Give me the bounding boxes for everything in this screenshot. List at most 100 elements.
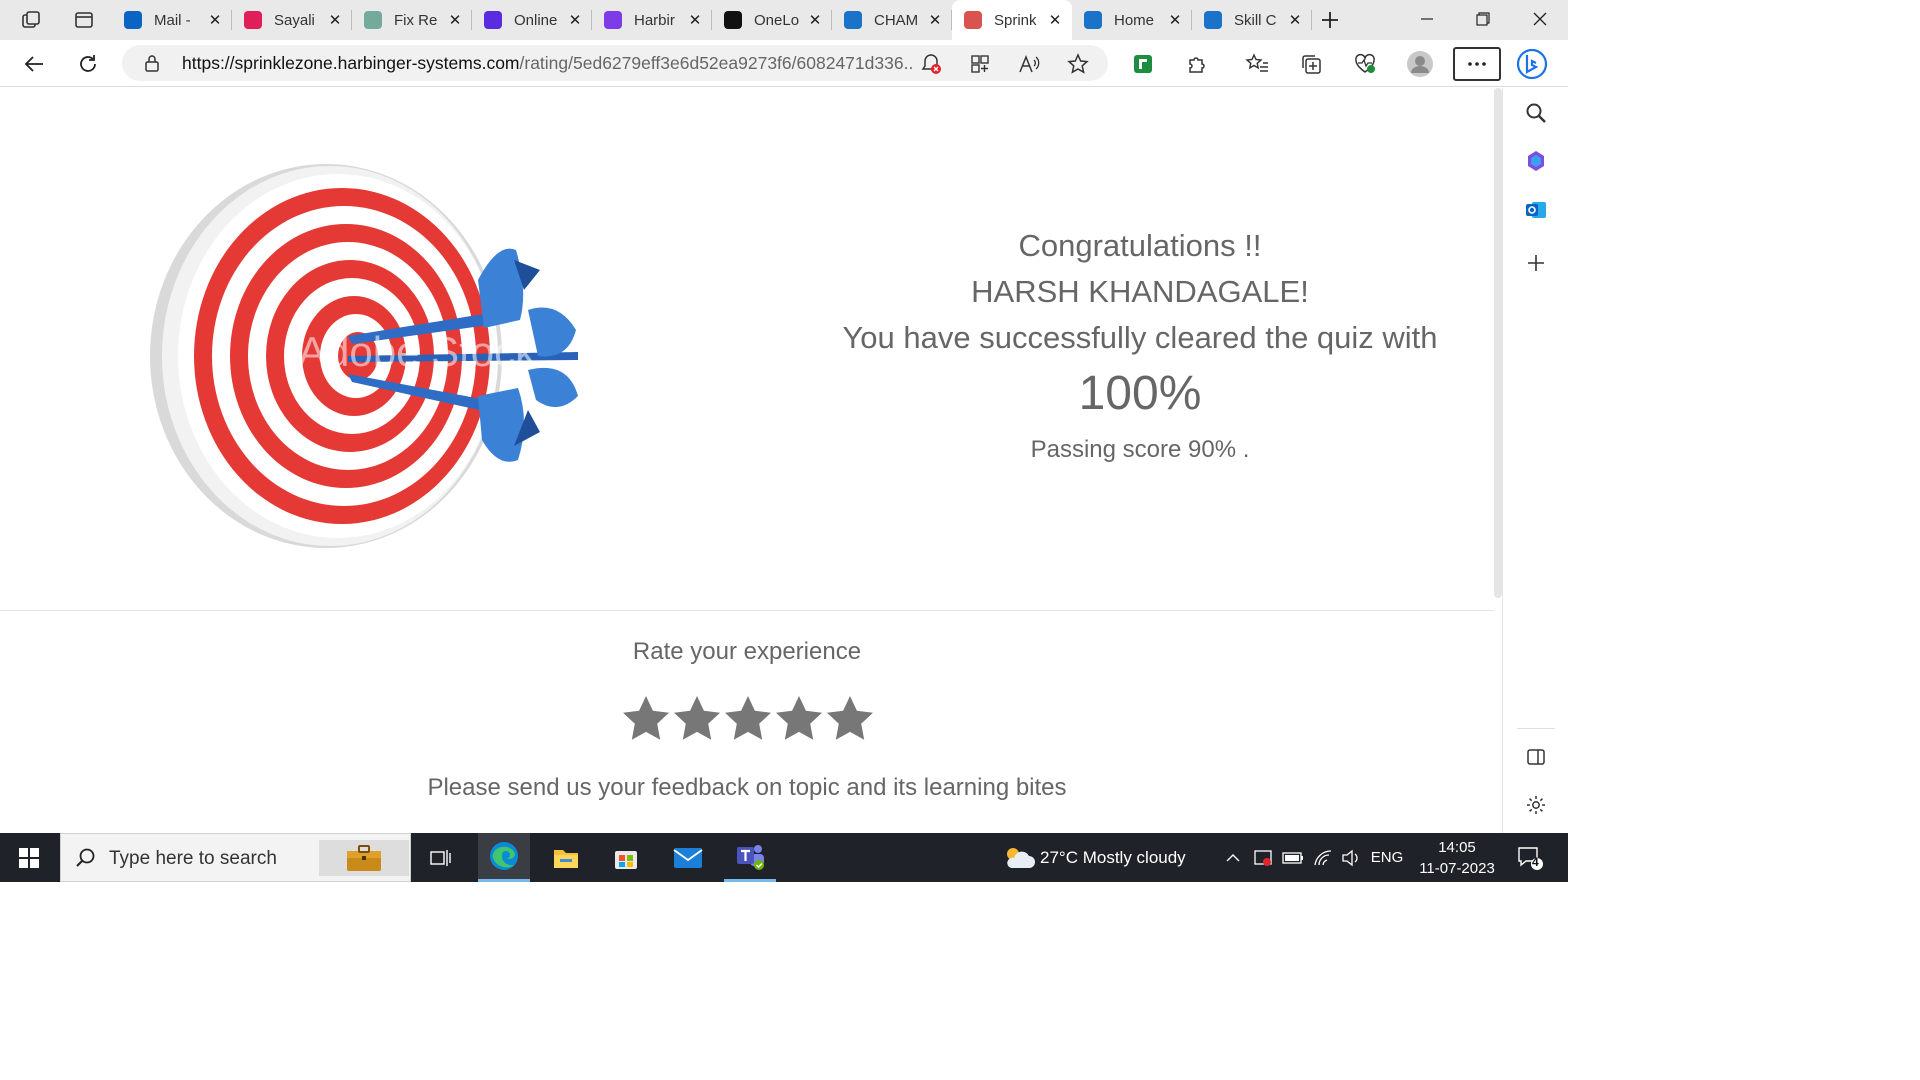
browser-essentials-icon[interactable] <box>1348 47 1382 81</box>
add-sidebar-app-icon[interactable] <box>1521 248 1551 278</box>
rating-star-icon[interactable] <box>824 690 875 746</box>
browser-tab[interactable]: Home ✕ <box>1072 0 1192 40</box>
copilot-icon[interactable] <box>1521 146 1551 176</box>
refresh-icon[interactable] <box>71 47 105 81</box>
rating-star-icon[interactable] <box>722 690 773 746</box>
search-magnifier-icon <box>75 847 97 874</box>
tab-title: Home <box>1114 11 1155 29</box>
show-hidden-icons-chevron-icon[interactable] <box>1220 833 1246 882</box>
tab-title: OneLo <box>754 11 800 29</box>
lock-icon[interactable] <box>144 54 160 77</box>
collections-icon[interactable] <box>1294 47 1328 81</box>
url-text[interactable]: https://sprinklezone.harbinger-systems.c… <box>182 53 912 74</box>
congrats-heading: Congratulations !! <box>1018 228 1262 263</box>
section-divider <box>0 610 1494 611</box>
tab-title: Skill C <box>1234 11 1277 29</box>
sidebar-settings-icon[interactable] <box>1521 790 1551 820</box>
back-arrow-icon[interactable] <box>17 47 51 81</box>
bing-copilot-icon[interactable] <box>1515 47 1549 81</box>
battery-icon[interactable] <box>1280 833 1306 882</box>
close-tab-icon[interactable]: ✕ <box>1166 11 1184 29</box>
security-status-icon[interactable] <box>1250 833 1276 882</box>
extension-green-icon[interactable] <box>1126 47 1160 81</box>
browser-tab[interactable]: Online ✕ <box>472 0 592 40</box>
browser-toolbar: https://sprinklezone.harbinger-systems.c… <box>0 40 1568 87</box>
close-tab-icon[interactable]: ✕ <box>806 11 824 29</box>
edge-sidebar <box>1502 88 1568 833</box>
start-button[interactable] <box>0 833 58 882</box>
browser-tab[interactable]: OneLo ✕ <box>712 0 832 40</box>
volume-icon[interactable] <box>1338 833 1364 882</box>
extensions-puzzle-icon[interactable] <box>1180 47 1214 81</box>
browser-tab[interactable]: Sprink ✕ <box>952 0 1072 40</box>
tab-actions-icon[interactable] <box>72 8 96 32</box>
file-explorer-icon[interactable] <box>540 833 592 882</box>
profile-avatar[interactable] <box>1403 47 1437 81</box>
chatgpt-icon <box>364 11 382 29</box>
browser-tab[interactable]: CHAM ✕ <box>832 0 952 40</box>
close-window-button[interactable] <box>1512 0 1568 38</box>
workspaces-icon[interactable] <box>20 8 44 32</box>
minimize-button[interactable] <box>1399 0 1455 38</box>
close-tab-icon[interactable]: ✕ <box>206 11 224 29</box>
task-view-icon[interactable] <box>418 833 464 882</box>
rating-star-icon[interactable] <box>620 690 671 746</box>
close-tab-icon[interactable]: ✕ <box>326 11 344 29</box>
tab-title: Fix Re <box>394 11 438 29</box>
search-placeholder: Type here to search <box>109 848 277 869</box>
restore-button[interactable] <box>1455 0 1511 38</box>
clock[interactable]: 14:05 11-07-2023 <box>1414 833 1500 882</box>
close-tab-icon[interactable]: ✕ <box>1046 11 1064 29</box>
tracking-prevention-icon[interactable] <box>918 51 944 77</box>
favorite-star-icon[interactable] <box>1065 51 1091 77</box>
close-tab-icon[interactable]: ✕ <box>686 11 704 29</box>
taskbar-search-box[interactable]: Type here to search <box>60 833 411 882</box>
browser-tab[interactable]: Skill C ✕ <box>1192 0 1312 40</box>
slack-icon <box>244 11 262 29</box>
rating-star-icon[interactable] <box>671 690 722 746</box>
app-available-icon[interactable] <box>967 51 993 77</box>
address-bar[interactable]: https://sprinklezone.harbinger-systems.c… <box>122 45 1108 81</box>
user-name: HARSH KHANDAGALE! <box>971 274 1309 309</box>
browser-tab[interactable]: Sayali ✕ <box>232 0 352 40</box>
mail-icon[interactable] <box>662 833 714 882</box>
tab-title: Online <box>514 11 558 29</box>
clock-date: 11-07-2023 <box>1419 859 1495 877</box>
cleared-message: You have successfully cleared the quiz w… <box>842 320 1438 355</box>
score-value: 100% <box>1078 367 1202 420</box>
close-tab-icon[interactable]: ✕ <box>1286 11 1304 29</box>
browser-tab[interactable]: Mail - ✕ <box>112 0 232 40</box>
close-tab-icon[interactable]: ✕ <box>926 11 944 29</box>
wifi-icon[interactable] <box>1310 833 1336 882</box>
page-scrollbar[interactable] <box>1494 88 1502 598</box>
briefcase-icon[interactable] <box>319 840 409 876</box>
page-icon <box>1204 11 1222 29</box>
teams-icon[interactable] <box>724 833 776 882</box>
passing-score: Passing score 90% . <box>1030 436 1250 463</box>
favorites-icon[interactable] <box>1240 47 1274 81</box>
search-icon[interactable] <box>1521 98 1551 128</box>
quiz-result-page: Adobe Stock Congratulations !! HARSH KHA… <box>0 88 1494 833</box>
browser-tab[interactable]: Harbir ✕ <box>592 0 712 40</box>
tab-separator <box>1311 10 1312 30</box>
hide-sidebar-icon[interactable] <box>1521 742 1551 772</box>
weather-text[interactable]: 27°C Mostly cloudy <box>1040 833 1200 882</box>
input-language[interactable]: ENG <box>1368 833 1406 882</box>
sprinkle-icon <box>964 11 982 29</box>
weather-cloud-icon[interactable] <box>1000 833 1036 882</box>
read-aloud-icon[interactable] <box>1016 51 1042 77</box>
microsoft-store-icon[interactable] <box>600 833 652 882</box>
notification-center-icon[interactable]: 4 <box>1508 833 1552 882</box>
browser-tab[interactable]: Fix Re ✕ <box>352 0 472 40</box>
rating-star-icon[interactable] <box>773 690 824 746</box>
close-tab-icon[interactable]: ✕ <box>566 11 584 29</box>
close-tab-icon[interactable]: ✕ <box>446 11 464 29</box>
new-tab-button[interactable] <box>1318 8 1342 32</box>
page-icon <box>1084 11 1102 29</box>
notification-count: 4 <box>1532 855 1539 869</box>
edge-taskbar-icon[interactable] <box>478 833 530 882</box>
tab-title: Sprink <box>994 11 1037 29</box>
url-host: https://sprinklezone.harbinger-systems.c… <box>182 53 520 73</box>
outlook-icon[interactable] <box>1521 195 1551 225</box>
settings-more-button[interactable] <box>1453 47 1501 81</box>
